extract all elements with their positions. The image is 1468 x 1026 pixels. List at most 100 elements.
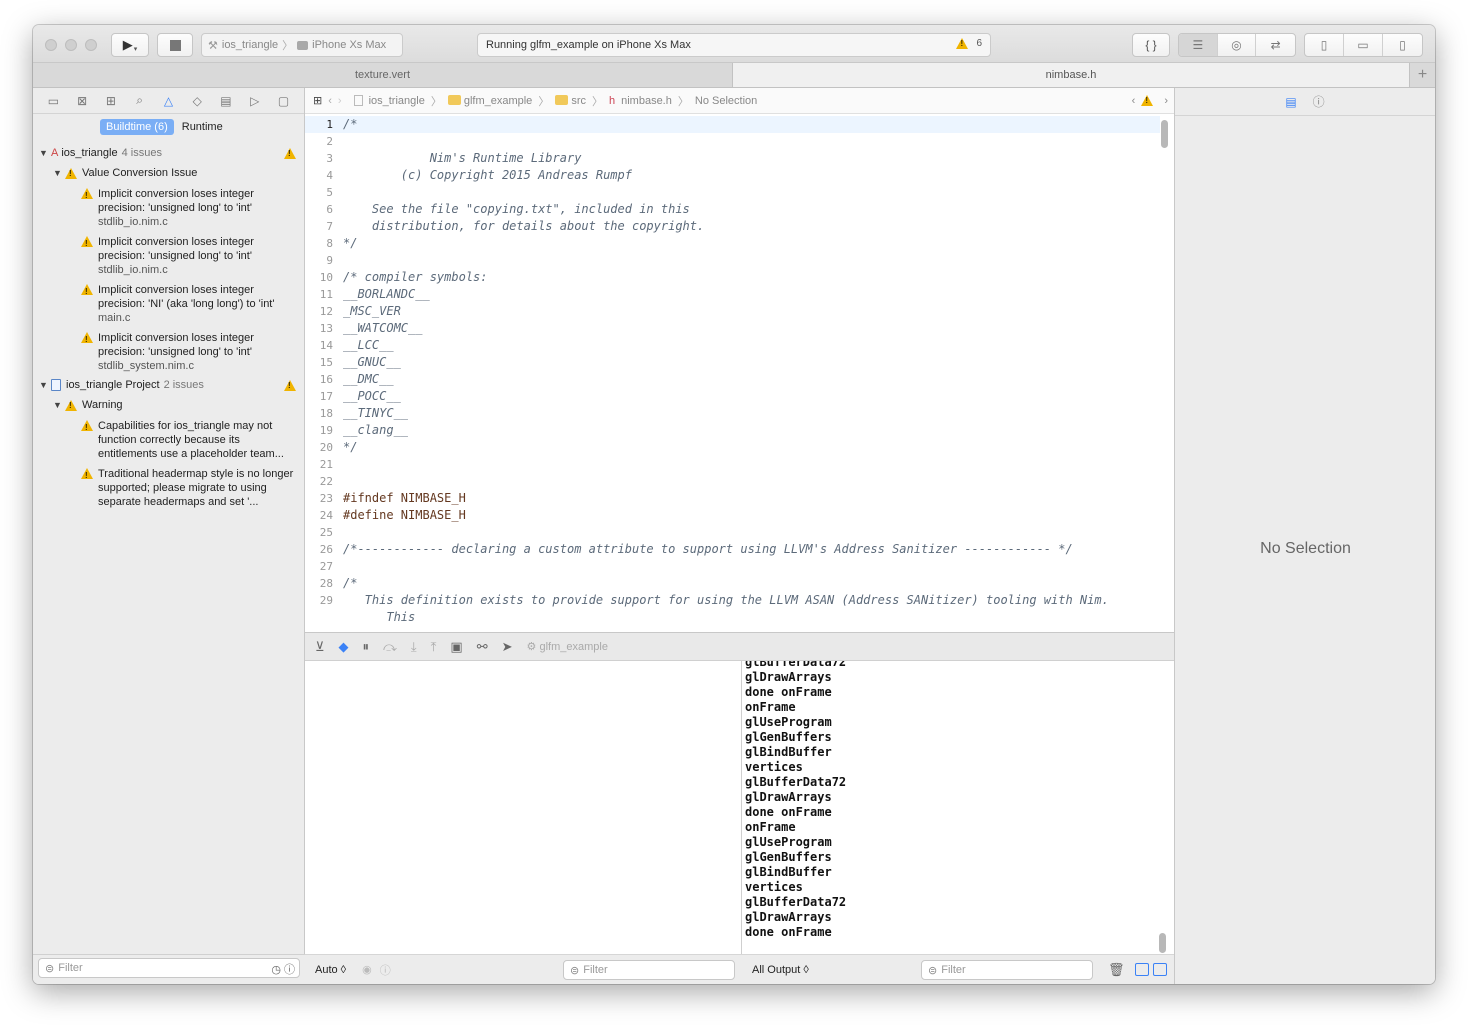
console-filter-field[interactable]: ⊜ Filter <box>921 960 1093 980</box>
code-line[interactable]: 18 __TINYC__ <box>305 405 1160 422</box>
stop-button[interactable] <box>157 33 193 57</box>
disclosure-triangle-icon[interactable]: ▼ <box>53 400 65 410</box>
category-row[interactable]: ▼ Value Conversion Issue <box>53 167 197 179</box>
trash-icon[interactable]: 🗑 <box>1108 962 1125 978</box>
code-line[interactable]: 10 /* compiler symbols: <box>305 269 1160 286</box>
standard-editor-icon[interactable]: ☰ <box>1179 34 1218 56</box>
assistant-editor-icon[interactable]: ◎ <box>1218 34 1257 56</box>
inspector-toggle-icon[interactable]: ▯ <box>1383 34 1422 56</box>
related-items-icon[interactable]: ⊞ <box>313 94 322 107</box>
code-area[interactable]: 1/* 2 3 Nim's Runtime Library 4 (c) Copyrig… <box>305 116 1160 632</box>
version-editor-icon[interactable]: ⇄ <box>1256 34 1295 56</box>
location-icon[interactable]: ➤ <box>502 639 513 655</box>
code-line[interactable]: 2 <box>305 133 1160 150</box>
symbol-icon[interactable]: ⊞ <box>101 94 121 108</box>
code-line[interactable]: 5 <box>305 184 1160 201</box>
tab-texture-vert[interactable]: texture.vert <box>33 63 733 87</box>
editor-scrollbar[interactable] <box>1161 120 1168 148</box>
hide-debug-area-icon[interactable]: ⊻ <box>315 639 325 655</box>
file-inspector-icon[interactable]: ▤ <box>1285 95 1296 109</box>
code-line[interactable]: 6 See the file "copying.txt", included i… <box>305 201 1160 218</box>
code-line[interactable]: 19 __clang__ <box>305 422 1160 439</box>
navigator-toggle-icon[interactable]: ▯ <box>1305 34 1344 56</box>
run-button[interactable]: ▶ ▾ <box>111 33 149 57</box>
test-icon[interactable]: ◇ <box>187 94 207 108</box>
eye-icon[interactable]: ◉ <box>362 963 372 976</box>
issue-item[interactable]: Traditional headermap style is no longer… <box>79 467 299 509</box>
zoom-window-button[interactable] <box>85 39 97 51</box>
split-view-left-icon[interactable] <box>1135 963 1149 976</box>
view-hierarchy-icon[interactable]: ▣ <box>450 639 462 655</box>
code-line[interactable]: 15 __GNUC__ <box>305 354 1160 371</box>
issue-item[interactable]: Capabilities for ios_triangle may not fu… <box>79 419 299 461</box>
group-row[interactable]: ▼ A ios_triangle 4 issues <box>39 147 301 159</box>
breakpoint-icon[interactable]: ▷ <box>245 94 265 108</box>
minimize-window-button[interactable] <box>65 39 77 51</box>
code-line[interactable]: 14 __LCC__ <box>305 337 1160 354</box>
navigator-filter-field[interactable]: ⊜ Filter ◷ ⓘ <box>38 958 300 978</box>
jump-file[interactable]: nimbase.h <box>621 95 672 107</box>
debug-area-toggle-icon[interactable]: ▭ <box>1344 34 1383 56</box>
jump-group[interactable]: glfm_example <box>464 95 532 107</box>
code-line[interactable]: 20 */ <box>305 439 1160 456</box>
quick-help-icon[interactable]: ⓘ <box>1313 93 1325 110</box>
memory-graph-icon[interactable]: ⚯ <box>477 639 488 655</box>
code-line[interactable]: 12 _MSC_VER <box>305 303 1160 320</box>
console-output[interactable]: glBufferData72 glDrawArrays done onFrame on… <box>745 661 846 940</box>
library-button[interactable]: { } <box>1132 33 1170 57</box>
disclosure-triangle-icon[interactable]: ▼ <box>39 148 51 158</box>
group-row[interactable]: ▼ ios_triangle Project 2 issues <box>39 379 301 391</box>
jump-project[interactable]: ios_triangle <box>369 95 425 107</box>
report-icon[interactable]: ▢ <box>274 94 294 108</box>
issue-item[interactable]: Implicit conversion loses integer precis… <box>79 283 299 325</box>
code-line[interactable]: 8 */ <box>305 235 1160 252</box>
step-out-icon[interactable]: ⤒ <box>431 639 437 655</box>
code-line[interactable]: 24 #define NIMBASE_H <box>305 507 1160 524</box>
activity-view[interactable]: Running glfm_example on iPhone Xs Max 6 <box>477 33 991 57</box>
code-line[interactable]: 4 (c) Copyright 2015 Andreas Rumpf <box>305 167 1160 184</box>
issue-item[interactable]: Implicit conversion loses integer precis… <box>79 187 299 229</box>
add-tab-icon[interactable]: + <box>1410 63 1435 87</box>
code-line[interactable]: 23 #ifndef NIMBASE_H <box>305 490 1160 507</box>
code-line[interactable]: 29 This definition exists to provide sup… <box>305 592 1160 609</box>
console-output-popup[interactable]: All Output ◊ <box>752 964 809 976</box>
warning-icon[interactable] <box>1141 95 1154 106</box>
code-line[interactable]: 3 Nim's Runtime Library <box>305 150 1160 167</box>
previous-issue-icon[interactable]: ‹ <box>1132 95 1136 107</box>
code-line[interactable]: 16 __DMC__ <box>305 371 1160 388</box>
close-window-button[interactable] <box>45 39 57 51</box>
code-line[interactable]: 27 <box>305 558 1160 575</box>
step-over-icon[interactable]: ⤼ <box>383 639 397 655</box>
search-icon[interactable]: ⌕ <box>130 93 150 108</box>
info-icon[interactable]: ⓘ <box>380 962 391 978</box>
disclosure-triangle-icon[interactable]: ▼ <box>39 380 51 390</box>
code-line[interactable]: 26 /*------------ declaring a custom attr… <box>305 541 1160 558</box>
console-scrollbar[interactable] <box>1159 933 1166 953</box>
folder-icon[interactable]: ▭ <box>43 94 63 108</box>
source-control-icon[interactable]: ⊠ <box>72 94 92 108</box>
split-view-right-icon[interactable] <box>1153 963 1167 976</box>
issue-item[interactable]: Implicit conversion loses integer precis… <box>79 235 299 277</box>
jump-symbol[interactable]: No Selection <box>695 95 757 107</box>
code-line[interactable]: 22 <box>305 473 1160 490</box>
category-row[interactable]: ▼ Warning <box>53 399 123 411</box>
code-line[interactable]: 28 /* <box>305 575 1160 592</box>
pause-icon[interactable]: ⏸ <box>363 639 370 655</box>
code-line[interactable]: 21 <box>305 456 1160 473</box>
variables-filter-field[interactable]: ⊜ Filter <box>563 960 735 980</box>
scheme-selector[interactable]: ⚒ ios_triangle 〉 iPhone Xs Max <box>201 33 403 57</box>
forward-icon[interactable]: › <box>338 95 342 107</box>
debug-icon[interactable]: ▤ <box>216 94 236 108</box>
step-into-icon[interactable]: ⤓ <box>411 639 417 655</box>
variables-mode-popup[interactable]: Auto ◊ <box>315 964 346 976</box>
tab-nimbase-h[interactable]: nimbase.h <box>733 63 1410 87</box>
issue-item[interactable]: Implicit conversion loses integer precis… <box>79 331 299 373</box>
code-line[interactable]: This <box>305 609 1160 626</box>
back-icon[interactable]: ‹ <box>328 95 332 107</box>
code-line[interactable]: 13 __WATCOMC__ <box>305 320 1160 337</box>
jump-src[interactable]: src <box>571 95 586 107</box>
code-line[interactable]: 9 <box>305 252 1160 269</box>
warning-indicator[interactable]: 6 <box>956 38 982 49</box>
code-line[interactable]: 17 __POCC__ <box>305 388 1160 405</box>
scope-buildtime[interactable]: Buildtime (6) <box>100 119 174 135</box>
